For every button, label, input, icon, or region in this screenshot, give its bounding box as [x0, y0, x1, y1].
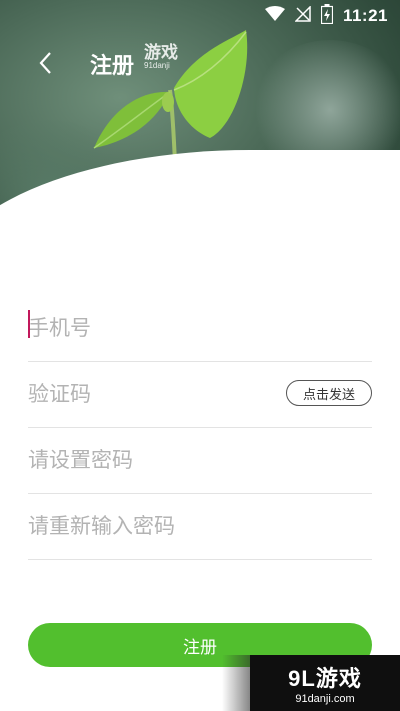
watermark-domain: 91danji.com: [295, 693, 355, 705]
watermark-shadow: [222, 655, 252, 711]
password-input[interactable]: [28, 448, 268, 473]
send-code-button[interactable]: 点击发送: [285, 380, 372, 406]
back-button[interactable]: [30, 48, 60, 78]
text-caret: [28, 310, 30, 338]
confirm-password-input[interactable]: [28, 514, 268, 539]
clock: 11:21: [342, 6, 388, 25]
watermark-logo-bottom: 9L游戏 91danji.com: [250, 655, 400, 711]
phone-field: [28, 296, 372, 362]
register-form: 点击发送: [28, 296, 372, 560]
phone-input[interactable]: [28, 316, 268, 341]
verification-code-field: 点击发送: [28, 362, 372, 428]
watermark-logo-top: 游戏 91danji: [144, 43, 178, 70]
status-bar: 11:21: [0, 0, 400, 32]
no-signal-icon: [294, 4, 311, 27]
wifi-icon: [264, 5, 285, 27]
confirm-password-field: [28, 494, 372, 560]
watermark-brand: 9L游戏: [288, 666, 362, 691]
app-header: 注册: [0, 42, 400, 82]
battery-charging-icon: [320, 3, 334, 29]
password-field: [28, 428, 372, 494]
verification-code-input[interactable]: [28, 382, 268, 407]
page-title: 注册: [90, 53, 135, 78]
chevron-left-icon: [39, 52, 51, 74]
